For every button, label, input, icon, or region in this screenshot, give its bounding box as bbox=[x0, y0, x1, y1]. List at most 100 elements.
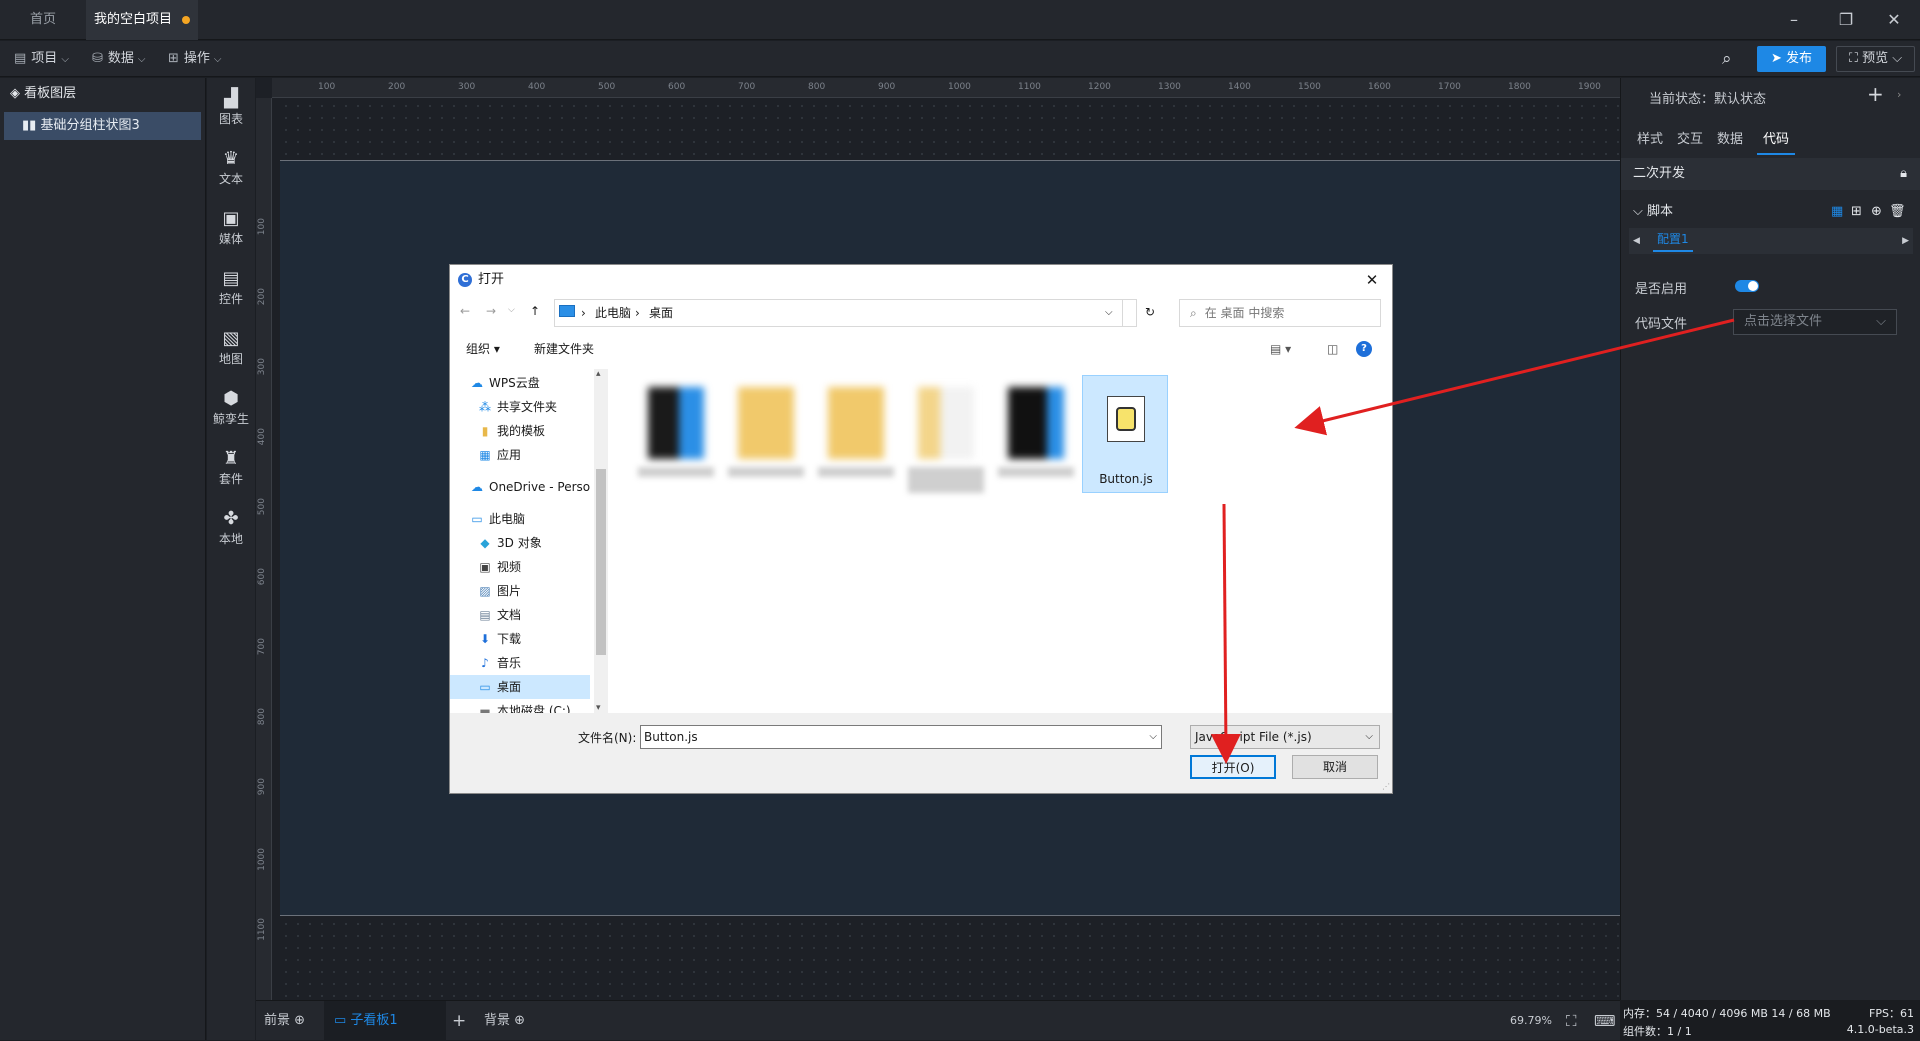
add-state-icon[interactable]: + bbox=[1867, 82, 1884, 106]
refresh-icon[interactable]: ↻ bbox=[1145, 305, 1155, 319]
search-box[interactable]: ⌕ 在 桌面 中搜索 bbox=[1179, 299, 1381, 327]
cancel-button[interactable]: 取消 bbox=[1292, 755, 1378, 779]
menu-operation[interactable]: ⊞ 操作 ⌵ bbox=[168, 41, 222, 77]
back-icon[interactable]: ← bbox=[460, 304, 470, 318]
address-dropdown-icon[interactable]: ⌵ bbox=[1105, 300, 1113, 326]
background-tab[interactable]: 背景 ⊕ bbox=[484, 1001, 525, 1041]
view-icon[interactable]: ▤ ▾ bbox=[1270, 334, 1291, 364]
component-local[interactable]: ✤ 本地 bbox=[207, 508, 255, 547]
menu-project[interactable]: ▤ 项目 ⌵ bbox=[14, 41, 69, 77]
add-circle-icon[interactable]: ⊕ bbox=[1871, 198, 1882, 226]
nav-label: 下载 bbox=[497, 632, 522, 646]
up-icon[interactable]: ↑ bbox=[530, 304, 540, 318]
caret-left-icon[interactable]: ◀ bbox=[1633, 228, 1640, 254]
filetype-select[interactable]: JavaScript File (*.js) ⌵ bbox=[1190, 725, 1380, 749]
tab-data[interactable]: 数据 bbox=[1717, 125, 1743, 155]
resize-grip-icon[interactable]: ⋰ bbox=[1382, 782, 1390, 791]
file-item-blurred[interactable] bbox=[904, 379, 988, 497]
organize-button[interactable]: 组织 ▾ bbox=[466, 334, 500, 364]
scroll-up-icon[interactable]: ▴ bbox=[596, 369, 601, 379]
layer-item[interactable]: ▮▮ 基础分组柱状图3 bbox=[4, 112, 201, 140]
file-item-blurred[interactable] bbox=[814, 379, 898, 497]
layout-icon[interactable]: ▦ bbox=[1831, 198, 1843, 226]
tab-project[interactable]: 我的空白项目 bbox=[86, 0, 198, 40]
add-board-icon[interactable]: + bbox=[452, 1001, 466, 1041]
nav-item[interactable]: ▤ 文档 bbox=[450, 603, 590, 627]
component-map[interactable]: ▧ 地图 bbox=[207, 328, 255, 367]
component-text[interactable]: ♛ 文本 bbox=[207, 148, 255, 187]
nav-item[interactable]: ◆ 3D 对象 bbox=[450, 531, 590, 555]
nav-item[interactable]: ⬇ 下载 bbox=[450, 627, 590, 651]
file-item-blurred[interactable] bbox=[994, 379, 1078, 497]
component-chart[interactable]: ▟ 图表 bbox=[207, 88, 255, 127]
open-button[interactable]: 打开(O) bbox=[1190, 755, 1276, 779]
nav-item[interactable]: ☁ WPS云盘 bbox=[450, 371, 590, 395]
chevron-down-icon[interactable]: ⌵ bbox=[1149, 726, 1157, 748]
ruler-top: 100 200 300 400 500 600 700 800 900 1000 1100 1200 1… bbox=[272, 78, 1620, 98]
grid-icon[interactable]: ⊞ bbox=[1851, 198, 1862, 226]
tab-interaction[interactable]: 交互 bbox=[1677, 125, 1703, 155]
nav-item[interactable]: ▣ 视频 bbox=[450, 555, 590, 579]
chevron-right-icon[interactable]: › bbox=[1897, 88, 1901, 101]
add-circle-icon[interactable]: ⊕ bbox=[290, 1013, 305, 1028]
new-folder-button[interactable]: 新建文件夹 bbox=[534, 334, 594, 364]
dialog-close-icon[interactable]: ✕ bbox=[1360, 267, 1384, 293]
file-item-blurred[interactable] bbox=[634, 379, 718, 497]
component-twin[interactable]: ⬢ 鲸孪生 bbox=[207, 388, 255, 427]
open-file-dialog: C 打开 ✕ ← → ⌵ ↑ › 此电脑 › 桌面 ⌵ ↻ ⌕ 在 桌面 中搜索 … bbox=[449, 264, 1393, 794]
cube-icon: ◆ bbox=[480, 536, 490, 550]
nav-item[interactable]: ▦ 应用 bbox=[450, 443, 590, 467]
component-media[interactable]: ▣ 媒体 bbox=[207, 208, 255, 247]
ruler-tick-label: 900 bbox=[257, 778, 267, 796]
onedrive-icon: ☁ bbox=[471, 480, 483, 494]
tab-code[interactable]: 代码 bbox=[1757, 125, 1796, 155]
nav-item[interactable]: ♪ 音乐 bbox=[450, 651, 590, 675]
help-icon[interactable]: ? bbox=[1356, 341, 1372, 357]
preview-button[interactable]: ⛶ 预览 ⌵ bbox=[1836, 46, 1915, 72]
file-item-blurred[interactable] bbox=[724, 379, 808, 497]
filename-input[interactable]: Button.js ⌵ bbox=[640, 725, 1162, 749]
nav-item-selected[interactable]: ▭ 桌面 bbox=[450, 675, 590, 699]
scroll-down-icon[interactable]: ▾ bbox=[596, 703, 601, 713]
tab-style[interactable]: 样式 bbox=[1637, 125, 1663, 155]
keyboard-icon[interactable]: ⌨ bbox=[1594, 1001, 1616, 1041]
fit-screen-icon[interactable]: ⛶ bbox=[1566, 1001, 1577, 1041]
file-list[interactable]: Button.js bbox=[608, 369, 1392, 713]
enable-toggle[interactable] bbox=[1735, 280, 1759, 292]
code-file-select[interactable]: 点击选择文件 ⌵ bbox=[1733, 309, 1897, 335]
nav-item[interactable]: ▮ 我的模板 bbox=[450, 419, 590, 443]
close-icon[interactable]: ✕ bbox=[1866, 0, 1920, 40]
menu-data[interactable]: ⛁ 数据 ⌵ bbox=[92, 41, 146, 77]
component-control[interactable]: ▤ 控件 bbox=[207, 268, 255, 307]
nav-item[interactable]: ☁ OneDrive - Personal bbox=[450, 475, 590, 499]
nav-item[interactable]: ▨ 图片 bbox=[450, 579, 590, 603]
scrollbar-thumb[interactable] bbox=[596, 469, 606, 655]
tab-home[interactable]: 首页 bbox=[0, 0, 86, 40]
preview-pane-icon[interactable]: ◫ bbox=[1327, 334, 1338, 364]
publish-button[interactable]: ➤ 发布 bbox=[1757, 46, 1826, 72]
address-bar[interactable]: › 此电脑 › 桌面 ⌵ bbox=[554, 299, 1137, 327]
nav-label: 此电脑 bbox=[489, 512, 526, 526]
add-circle-icon[interactable]: ⊕ bbox=[510, 1013, 525, 1028]
nav-item[interactable]: ▭ 此电脑 bbox=[450, 507, 590, 531]
subboard-tab[interactable]: ▭ 子看板1 bbox=[324, 1001, 446, 1041]
forward-icon[interactable]: → bbox=[486, 304, 496, 318]
lock-icon[interactable]: 🔒︎ bbox=[1900, 158, 1907, 190]
foreground-tab[interactable]: 前景 ⊕ bbox=[264, 1001, 305, 1041]
foreground-label: 前景 bbox=[264, 1013, 291, 1028]
breadcrumb-desktop[interactable]: 桌面 bbox=[649, 300, 673, 326]
minimize-icon[interactable]: – bbox=[1766, 0, 1822, 40]
cloud-icon: ☁ bbox=[471, 376, 483, 390]
nav-item[interactable]: ⁂ 共享文件夹 bbox=[450, 395, 590, 419]
background-label: 背景 bbox=[484, 1013, 511, 1028]
file-item-selected[interactable]: Button.js bbox=[1082, 375, 1168, 493]
history-chevron-icon[interactable]: ⌵ bbox=[508, 305, 515, 315]
search-icon[interactable]: ⌕ bbox=[1722, 41, 1732, 77]
nav-item[interactable]: ▬ 本地磁盘 (C:) bbox=[450, 699, 590, 713]
component-kit[interactable]: ♜ 套件 bbox=[207, 448, 255, 487]
script-header[interactable]: ⌵ 脚本 ▦ ⊞ ⊕ 🗑︎ bbox=[1621, 198, 1920, 226]
caret-right-icon[interactable]: ▶ bbox=[1902, 228, 1909, 254]
config-tab[interactable]: 配置1 bbox=[1653, 228, 1693, 252]
trash-icon[interactable]: 🗑︎ bbox=[1889, 198, 1906, 226]
breadcrumb-pc[interactable]: 此电脑 bbox=[595, 300, 631, 326]
